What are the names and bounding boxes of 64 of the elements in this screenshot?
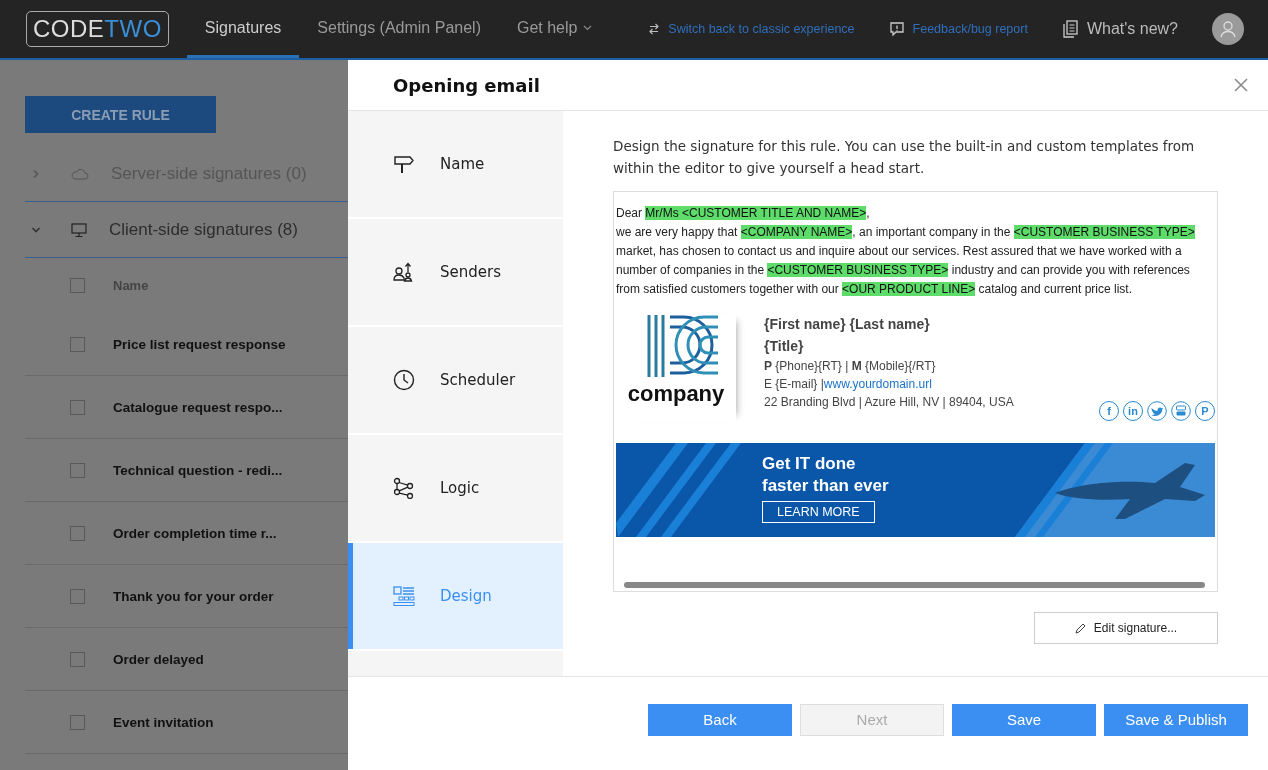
checkbox[interactable] [70,336,85,352]
footer-button[interactable]: Back [648,703,792,736]
caret-icon [583,24,593,31]
email-line: E {E-mail} | [764,376,824,393]
close-icon[interactable] [1234,78,1248,92]
signature-name: {First name} {Last name} [764,315,931,334]
whats-new-link[interactable]: What's new? [1086,20,1178,38]
nav-tab[interactable]: Get help [498,0,611,58]
banner-headline: Get IT done [762,453,857,475]
signpost-icon [393,153,415,175]
speech-bubble-icon [888,21,905,37]
rule-name[interactable]: Order delayed [113,651,204,667]
avatar-icon[interactable] [1212,13,1244,45]
checkbox[interactable] [70,651,85,667]
email-paragraph: Dear Mr/Ms <CUSTOMER TITLE AND NAME>, [616,205,871,222]
nav-tab[interactable]: Signatures [186,0,300,58]
step-tab[interactable]: Name [348,111,563,217]
bird-icon[interactable] [1147,401,1167,421]
layout-icon [393,585,415,607]
rule-name[interactable]: Event invitation [113,714,214,730]
rule-name[interactable]: Thank you for your order [113,588,274,604]
signature-title: {Title} [764,337,805,356]
footer-button[interactable]: Save & Publish [1104,703,1248,736]
logo-text: company [627,381,725,407]
scrollbar[interactable] [624,582,1205,588]
promo-banner[interactable]: Get IT done faster than ever LEARN MORE [616,443,1215,537]
phone-line: P {Phone}{RT} | M {Mobile}{/RT} [764,358,937,375]
banner-headline: faster than ever [762,475,889,497]
pencil-icon [1074,622,1086,634]
rule-name[interactable]: Catalogue request respo... [113,399,283,415]
clock-icon [393,369,415,391]
checkbox[interactable] [70,462,85,478]
checkbox[interactable] [70,714,85,730]
checkbox[interactable] [70,399,85,415]
users-icon [393,261,415,283]
step-tab[interactable]: Logic [348,435,563,541]
create-rule-button[interactable]: CREATE RULE [25,96,216,133]
rule-name[interactable]: Technical question - redi... [113,462,283,478]
logo[interactable]: CODETWO [26,11,169,47]
cloud-icon [71,168,89,180]
dialog-title: Opening email [393,74,540,96]
checkbox[interactable] [70,525,85,541]
intro-text: Design the signature for this rule. You can use the built-in and custom templates from within the editor to give yourself a head start. [613,137,1196,178]
documents-icon [1061,20,1079,38]
learn-more-button[interactable]: LEARN MORE [762,501,875,523]
step-tab[interactable]: Senders [348,219,563,325]
classic-experience-link[interactable]: Switch back to classic experience [668,22,855,36]
checkbox[interactable] [70,278,85,293]
group-title: Client-side signatures (8) [109,220,298,240]
checkbox[interactable] [70,588,85,604]
footer-button[interactable]: Save [952,703,1096,736]
swap-arrows-icon [648,23,661,35]
video-icon[interactable] [1171,401,1191,421]
email-paragraph: we are very happy that <COMPANY NAME>, an important company in the <CUSTOMER BUSINESS TYPE> market, has chosen to contact us and inquire about our services. Rest assured that we have worked with a number of companies in the <CUSTOMER BUSINESS TYPE> industry and can provide you with references from satisfied customers together with our <OUR PRODUCT LINE> catalog and current price list. [616,224,1196,298]
feedback-link[interactable]: Feedback/bug report [912,22,1028,36]
edit-signature-button[interactable]: Edit signature... [1034,612,1218,644]
nodes-icon [393,477,415,499]
rule-name[interactable]: Price list request response [113,336,286,352]
step-tab[interactable]: Design [348,543,563,649]
nav-tab[interactable]: Settings (Admin Panel) [299,0,499,58]
rule-name[interactable]: Order completion time r... [113,525,277,541]
address-line: 22 Branding Blvd | Azure Hill, NV | 89404, USA [764,394,1014,411]
step-tab[interactable]: Scheduler [348,327,563,433]
monitor-icon [71,222,87,238]
